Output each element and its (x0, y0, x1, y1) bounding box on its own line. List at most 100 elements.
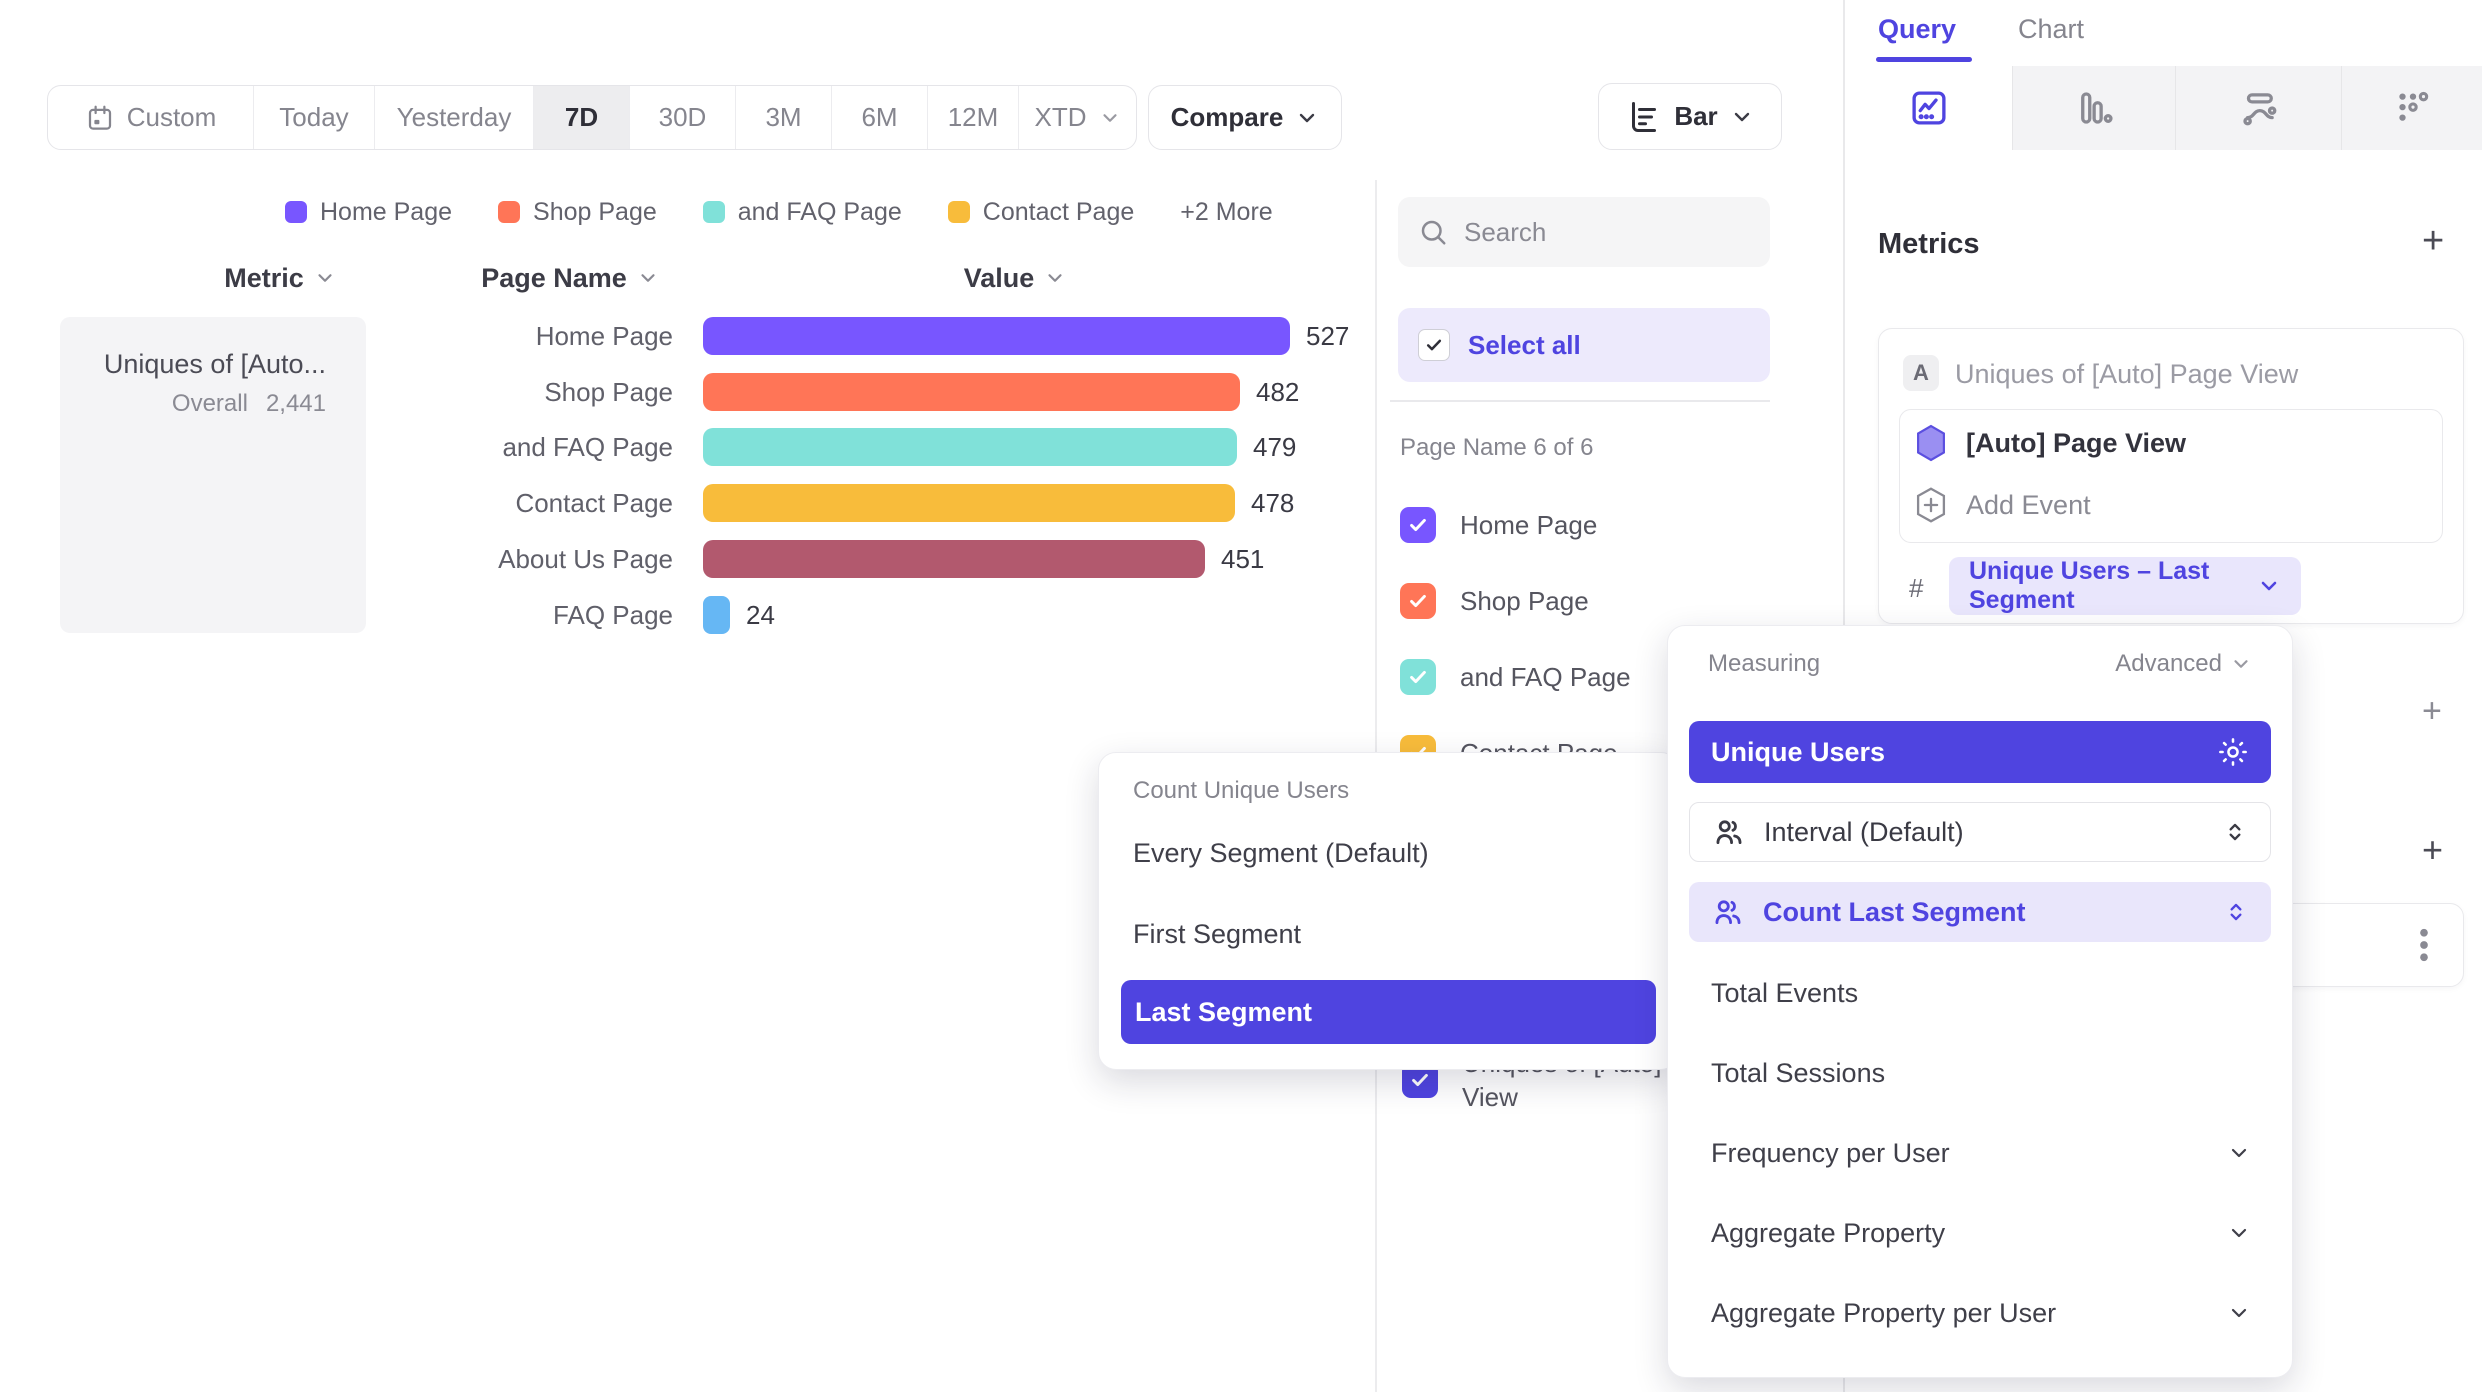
legend-item[interactable]: Home Page (285, 198, 452, 227)
date-range-custom-button[interactable]: Custom (48, 86, 254, 149)
date-range-yesterday[interactable]: Yesterday (375, 86, 534, 149)
bar-row: and FAQ Page 479 (0, 428, 1360, 466)
bar-value: 479 (1253, 432, 1296, 463)
segment-row-shop-page[interactable]: Shop Page (1400, 581, 1589, 621)
date-range-30d[interactable]: 30D (630, 86, 736, 149)
option-every-segment[interactable]: Every Segment (Default) (1133, 835, 1429, 871)
report-type-insights-tab-active[interactable] (1845, 66, 2012, 150)
date-range-3m[interactable]: 3M (736, 86, 832, 149)
report-type-flows-tab[interactable] (2175, 66, 2342, 150)
column-header-value[interactable]: Value (830, 262, 1200, 294)
bar-faq-page[interactable] (703, 596, 730, 634)
legend-swatch (285, 201, 307, 223)
legend-item[interactable]: Contact Page (948, 198, 1135, 227)
people-icon (1712, 815, 1746, 849)
report-type-funnels-tab[interactable] (2012, 66, 2176, 150)
segment-row-home-page[interactable]: Home Page (1400, 505, 1597, 545)
count-popover-title: Count Unique Users (1133, 777, 1349, 805)
tab-chart[interactable]: Chart (2018, 14, 2084, 45)
tab-query[interactable]: Query (1878, 14, 1956, 45)
chevron-down-icon (1044, 267, 1066, 289)
bar-row-label: Shop Page (373, 373, 673, 411)
event-hexagon-icon (1914, 424, 1948, 462)
legend-swatch (703, 201, 725, 223)
chart-type-dropdown[interactable]: Bar (1598, 83, 1782, 150)
measuring-frequency-per-user[interactable]: Frequency per User (1711, 1133, 2251, 1173)
bar-row: About Us Page 451 (0, 540, 1360, 578)
add-event-label: Add Event (1966, 490, 2091, 521)
bar-row: Contact Page 478 (0, 484, 1360, 522)
date-range-xtd[interactable]: XTD (1019, 86, 1136, 149)
legend-item[interactable]: Shop Page (498, 198, 657, 227)
measuring-count-last-segment-row[interactable]: Count Last Segment (1689, 882, 2271, 942)
add-event-row[interactable]: Add Event (1914, 482, 2091, 528)
metric-card-title[interactable]: Uniques of [Auto] Page View (1955, 359, 2298, 390)
chevron-down-icon (1099, 107, 1121, 129)
gear-icon[interactable] (2217, 736, 2249, 768)
checkbox-checked-icon[interactable] (1400, 659, 1436, 695)
add-metric-button[interactable]: + (2422, 222, 2444, 260)
date-range-custom-label: Custom (127, 102, 217, 133)
metric-badge-a: A (1903, 355, 1939, 391)
search-input[interactable] (1462, 216, 1736, 249)
compare-button[interactable]: Compare (1148, 85, 1342, 150)
event-row[interactable]: [Auto] Page View (1914, 420, 2186, 466)
date-range-today[interactable]: Today (254, 86, 375, 149)
chevron-down-icon (2227, 1141, 2251, 1165)
calendar-icon (85, 103, 115, 133)
measuring-aggregate-property[interactable]: Aggregate Property (1711, 1213, 2251, 1253)
measuring-header: Measuring Advanced (1708, 650, 2252, 678)
bar-value: 527 (1306, 321, 1349, 352)
bar-home-page[interactable] (703, 317, 1290, 355)
date-range-12m[interactable]: 12M (928, 86, 1019, 149)
bar-about-us-page[interactable] (703, 540, 1205, 578)
chevron-down-icon (2230, 653, 2252, 675)
metrics-heading: Metrics (1878, 228, 1980, 261)
column-header-page-name[interactable]: Page Name (380, 262, 760, 294)
bar-row: Home Page 527 (0, 317, 1360, 355)
measuring-aggregate-property-per-user[interactable]: Aggregate Property per User (1711, 1293, 2251, 1333)
chart-legend: Home Page Shop Page and FAQ Page Contact… (285, 196, 1273, 228)
measuring-total-sessions[interactable]: Total Sessions (1711, 1053, 1885, 1093)
people-icon (1711, 895, 1745, 929)
chevron-down-icon (2227, 1221, 2251, 1245)
bar-row-label: About Us Page (373, 540, 673, 578)
segment-search-box[interactable] (1398, 197, 1770, 267)
legend-more[interactable]: +2 More (1180, 198, 1272, 227)
aggregation-pill[interactable]: Unique Users – Last Segment (1949, 557, 2301, 615)
measuring-total-events[interactable]: Total Events (1711, 973, 1858, 1013)
bar-and-faq-page[interactable] (703, 428, 1237, 466)
report-type-retention-tab[interactable] (2341, 66, 2482, 150)
bar-row-label: and FAQ Page (373, 428, 673, 466)
option-first-segment[interactable]: First Segment (1133, 916, 1301, 952)
kebab-menu-icon[interactable] (2411, 924, 2437, 966)
add-breakdown-button[interactable]: + (2422, 832, 2443, 868)
unfold-more-icon (2223, 899, 2249, 925)
legend-swatch (948, 201, 970, 223)
add-event-hexagon-plus-icon (1914, 486, 1948, 524)
flows-icon (2238, 87, 2280, 129)
segment-row-and-faq-page[interactable]: and FAQ Page (1400, 657, 1631, 697)
advanced-dropdown[interactable]: Advanced (2115, 650, 2252, 678)
legend-item[interactable]: and FAQ Page (703, 198, 902, 227)
bar-contact-page[interactable] (703, 484, 1235, 522)
select-all-row[interactable]: Select all (1398, 308, 1770, 382)
search-icon (1418, 217, 1448, 247)
select-all-checkbox[interactable] (1418, 329, 1450, 361)
metric-summary-card[interactable]: Uniques of [Auto... Overall 2,441 (60, 317, 366, 633)
add-filter-button[interactable]: + (2422, 694, 2442, 728)
date-range-7d-active[interactable]: 7D (534, 86, 630, 149)
measuring-unique-users-selected[interactable]: Unique Users (1689, 721, 2271, 783)
measuring-interval-row[interactable]: Interval (Default) (1689, 802, 2271, 862)
bar-value: 451 (1221, 544, 1264, 575)
date-range-6m[interactable]: 6M (832, 86, 928, 149)
bar-shop-page[interactable] (703, 373, 1240, 411)
chevron-down-icon (2227, 1301, 2251, 1325)
option-last-segment-selected[interactable]: Last Segment (1121, 980, 1656, 1044)
checkbox-checked-icon[interactable] (1400, 507, 1436, 543)
metric-card: A Uniques of [Auto] Page View [Auto] Pag… (1878, 328, 2464, 624)
bar-value: 478 (1251, 488, 1294, 519)
funnel-bars-icon (2074, 87, 2116, 129)
checkbox-checked-icon[interactable] (1400, 583, 1436, 619)
chevron-down-icon (314, 267, 336, 289)
